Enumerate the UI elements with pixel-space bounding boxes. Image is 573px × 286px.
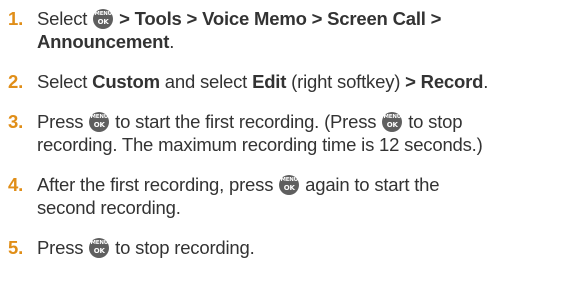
step-text: Press MENU OK to stop recording. [37,237,255,258]
menu-path: > Tools > Voice Memo > Screen Call > [114,8,442,29]
step-number: 2. [8,71,24,92]
menu-ok-key-icon: MENU OK [89,238,110,258]
option-edit: Edit [252,71,287,92]
step-text: Press MENU OK to start the first recordin… [37,111,483,155]
step-number: 4. [8,174,24,195]
menu-ok-key-icon: MENU OK [382,112,403,132]
step-number: 5. [8,237,24,258]
menu-ok-key-icon: MENU OK [93,9,114,29]
step-text: After the first recording, press MENU OK … [37,174,440,218]
step-number: 3. [8,111,24,132]
menu-ok-key-icon: MENU OK [279,175,300,195]
step-number: 1. [8,8,24,29]
menu-ok-key-icon: MENU OK [89,112,110,132]
menu-path-end: Announcement [37,31,170,52]
step-text: Select Custom and select Edit (right sof… [37,71,489,92]
step-text: Select MENU OK > Tools > Voice Memo > Scr… [37,8,442,52]
option-custom: Custom [92,71,160,92]
option-record: > Record [405,71,484,92]
